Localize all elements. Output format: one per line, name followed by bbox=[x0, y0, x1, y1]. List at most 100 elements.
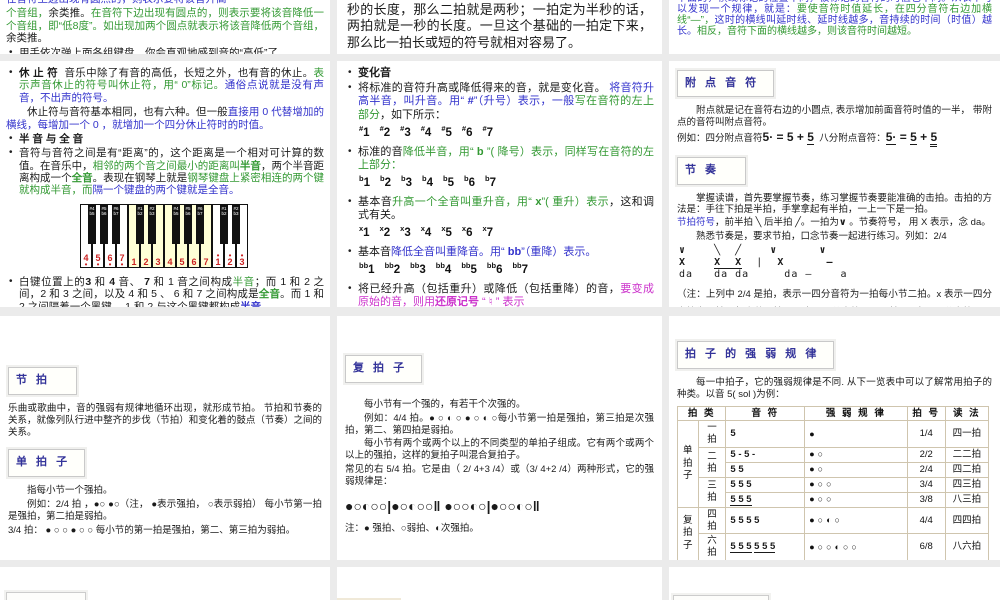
column-header: 读 法 bbox=[944, 405, 989, 422]
note-cell: 5 5 5 bbox=[725, 491, 806, 508]
text-run: X bbox=[679, 257, 687, 269]
table-row: 复拍子 四拍 5 5 5 5 ●○◐○ 4/4 四四拍 bbox=[677, 506, 989, 560]
note-number: 1 bbox=[363, 176, 370, 189]
text-run: 5 5 5 bbox=[730, 493, 752, 506]
text-run: 还原记号 bbox=[435, 296, 479, 307]
text-run: 秒的长度，那么二拍就是两秒；一拍定为半秒的话，两拍就是一秒的长度。一旦这个基础的… bbox=[347, 2, 652, 50]
text-run: 常见的右 5/4 拍。它是由（ 2/ 4+3 /4）或（3/ 4+2 /4）两种… bbox=[345, 464, 654, 487]
reading-cell: 二二拍 bbox=[944, 447, 989, 463]
text-run: （注：上列中 2/4 是拍，表示一四分音符为一拍每小节二拍。x 表示一四分音符为… bbox=[677, 289, 992, 301]
key-number: 4 bbox=[167, 256, 173, 267]
slide-accidentals: 变化音将标准的音符升高或降低得来的音，就是变化音。 将音符升高半音，叫升音。用“… bbox=[337, 61, 662, 307]
text-paragraph: 标准的音降低半音，用“ b ”( 降号）表示，同样写在音符的左上部分： bbox=[345, 146, 654, 172]
key-number: 1 bbox=[215, 256, 221, 267]
octave-dot: • bbox=[108, 259, 112, 269]
reading-cell: 八三拍 bbox=[944, 491, 989, 508]
text-run: 相邻的两个音之间最小的距离叫 bbox=[92, 159, 240, 172]
text-run: 乐曲或歌曲中，音的强弱有规律地循环出现，就形成节拍。 节拍和节奏的关系，就像列队… bbox=[8, 402, 322, 438]
text-run: 例如：4/4 拍。 bbox=[364, 412, 430, 424]
text-run: 基本音 bbox=[358, 195, 393, 208]
accidental-note: b1 bbox=[359, 174, 370, 189]
accidental-note: x1 bbox=[359, 224, 370, 239]
note-cell: 5 - 5 - bbox=[725, 447, 806, 463]
text-paragraph: 音符与音符之间是有“距离”的，这个距离是一个相对可计算的数值。在音乐中，相邻的两… bbox=[6, 147, 324, 197]
black-key: #5 b6 bbox=[100, 203, 108, 244]
text-run: ● ○ ◐ ○ ● ○ ◐ ○ bbox=[429, 412, 498, 424]
text-paragraph: 用手依次弹上面各组键盘，你会直观地感到音的“高低”了。 bbox=[6, 47, 324, 55]
text-paragraph: 基本音升高一个全音叫重升音，用“ x”( 重升）表示，这和调式有关。 bbox=[345, 196, 654, 222]
note-number: 4 bbox=[424, 227, 432, 240]
black-key-label: b7 bbox=[113, 211, 119, 217]
text-paragraph: 每一中拍子，它的强弱规律是不同. 从下一览表中可以了解常用拍子的种类。以音 5(… bbox=[677, 377, 992, 401]
section-title-box: 节 拍 bbox=[6, 365, 79, 397]
slide-beat-length-partial: 秒的长度，那么二拍就是两秒；一拍定为半秒的话，两拍就是一秒的长度。一旦这个基础的… bbox=[337, 0, 662, 54]
pattern-cell: ● bbox=[804, 420, 908, 449]
slide-next-partial-1 bbox=[0, 567, 330, 600]
text-run: 降低全音叫重降音。用“ bbox=[391, 245, 508, 258]
text-run: b bbox=[476, 145, 484, 158]
pattern-cell: ●○○ bbox=[804, 491, 908, 508]
text-run: 5 5 5 bbox=[730, 478, 752, 490]
black-key: #2 b3 bbox=[148, 203, 156, 244]
text-paragraph: 白键位置上的3 和 4 音、 7 和 1 音之间构成半音；而 1 和 2 之间，… bbox=[6, 276, 324, 307]
note-number: 5 bbox=[445, 227, 452, 240]
black-key: #6 b7 bbox=[196, 203, 204, 244]
text-run: 降低半音，用“ bbox=[402, 145, 477, 158]
beat-strength-table: 拍 类音 符强 弱 规 律拍 号读 法单拍子 一拍 5 ● 1/4 四一拍 二拍 5 - 5 … bbox=[676, 405, 989, 560]
partial-title-box bbox=[4, 590, 88, 600]
black-key: #1 b2 bbox=[220, 203, 228, 244]
reading-cell: 四一拍 bbox=[944, 420, 989, 449]
pattern-cell: ●○ bbox=[804, 462, 908, 478]
slide-beat-strength-table: 拍 子 的 强 弱 规 律每一中拍子，它的强弱规律是不同. 从下一览表中可以了解… bbox=[669, 316, 1000, 560]
text-run: 每小节有两个或两个以上的不同类型的单拍子组成。它有两个或两个以上的强拍，这样的复… bbox=[345, 438, 654, 462]
text-run bbox=[777, 245, 819, 256]
pattern-cell: ●○○◐○○ bbox=[804, 533, 908, 560]
note-cell: 5 5 5 5 bbox=[725, 506, 806, 535]
slide-next-partial-2 bbox=[337, 567, 662, 600]
text-paragraph: 半 音 与 全 音 bbox=[6, 133, 324, 145]
slide-rests-semitones: 休 止 符 音乐中除了有音的高低，长短之外，也有音的休止。表示声音休止的符号叫休… bbox=[0, 61, 330, 307]
text-run: 5 - 5 - bbox=[730, 449, 756, 461]
text-paragraph: 常见的右 5/4 拍。它是由（ 2/ 4+3 /4）或（3/ 4+2 /4）两种… bbox=[345, 464, 654, 488]
accidental-note: bb5 bbox=[461, 261, 477, 276]
pattern-cell: ●○ bbox=[804, 447, 908, 463]
text-paragraph: 指每小节一个强拍。 bbox=[8, 485, 322, 497]
reading-cell: 四四拍 bbox=[944, 506, 989, 535]
text-paragraph: 注：● 强拍、○弱拍、◐次强拍。 bbox=[345, 523, 654, 535]
black-key: #5 b6 bbox=[184, 203, 192, 244]
text-run bbox=[784, 257, 826, 268]
text-paragraph: 变化音 bbox=[345, 67, 654, 80]
text-run: 在音符上边出现有圆点的，则表示要将该音升高一 bbox=[6, 0, 237, 5]
accidental-note: bb4 bbox=[436, 261, 452, 277]
note-cell: 5 5 bbox=[725, 462, 806, 478]
accidental-note: b3 bbox=[401, 174, 412, 189]
note-number: 4 bbox=[444, 264, 452, 277]
key-number: 5 bbox=[179, 256, 185, 267]
accidental-note: bb2 bbox=[385, 261, 401, 276]
column-header: 强 弱 规 律 bbox=[804, 405, 908, 422]
text-run: 个音组， bbox=[6, 7, 49, 20]
rhythm-exercise: ∨ ╲ ╱ ∨ ∨ X X X | X — da da da da – a bbox=[679, 245, 992, 281]
text-run: 和 bbox=[91, 275, 110, 288]
text-paragraph: 掌握读谱，首先要掌握节奏，练习掌握节奏要能准确的击拍。击拍的方法是：手往下拍是半… bbox=[677, 193, 992, 216]
note-number: 4 bbox=[426, 176, 433, 189]
accidental-note: #6 bbox=[462, 124, 473, 139]
text-paragraph: （注：上列中 2/4 是拍，表示一四分音符为一拍每小节二拍。x 表示一四分音符为… bbox=[677, 286, 992, 307]
text-paragraph: 例如：2/4 拍 ，●○ ●○（注， ●表示强拍， ○表示弱拍） 每小节第一拍是… bbox=[8, 499, 322, 523]
handout-page: 在音符上边出现有圆点的，则表示要将该音升高一个音组，余类推。在音符下边出现有圆点… bbox=[0, 0, 1000, 600]
text-run: 熟悉节奏是，要求节拍，口念节奏一起进行练习。列如：2/4 bbox=[696, 230, 947, 242]
table-row: 二拍 5 - 5 - ●○ 2/2 二二拍 bbox=[678, 447, 989, 478]
octave-dot: • bbox=[120, 259, 124, 269]
black-key-label: b6 bbox=[185, 211, 191, 217]
black-key: #4 b5 bbox=[88, 203, 96, 244]
text-run: 将已经升高（包括重升）或降低（包括重降）的音， bbox=[358, 282, 621, 295]
text-run: 音乐中除了有音的高低，长短之外，也有音的休止。 bbox=[57, 67, 314, 79]
text-run: 用手依次弹上面各组键盘，你会直观地感到音的“高低”了。 bbox=[19, 46, 289, 55]
accidental-note: x4 bbox=[421, 224, 432, 240]
key-number: 7 bbox=[203, 256, 209, 267]
